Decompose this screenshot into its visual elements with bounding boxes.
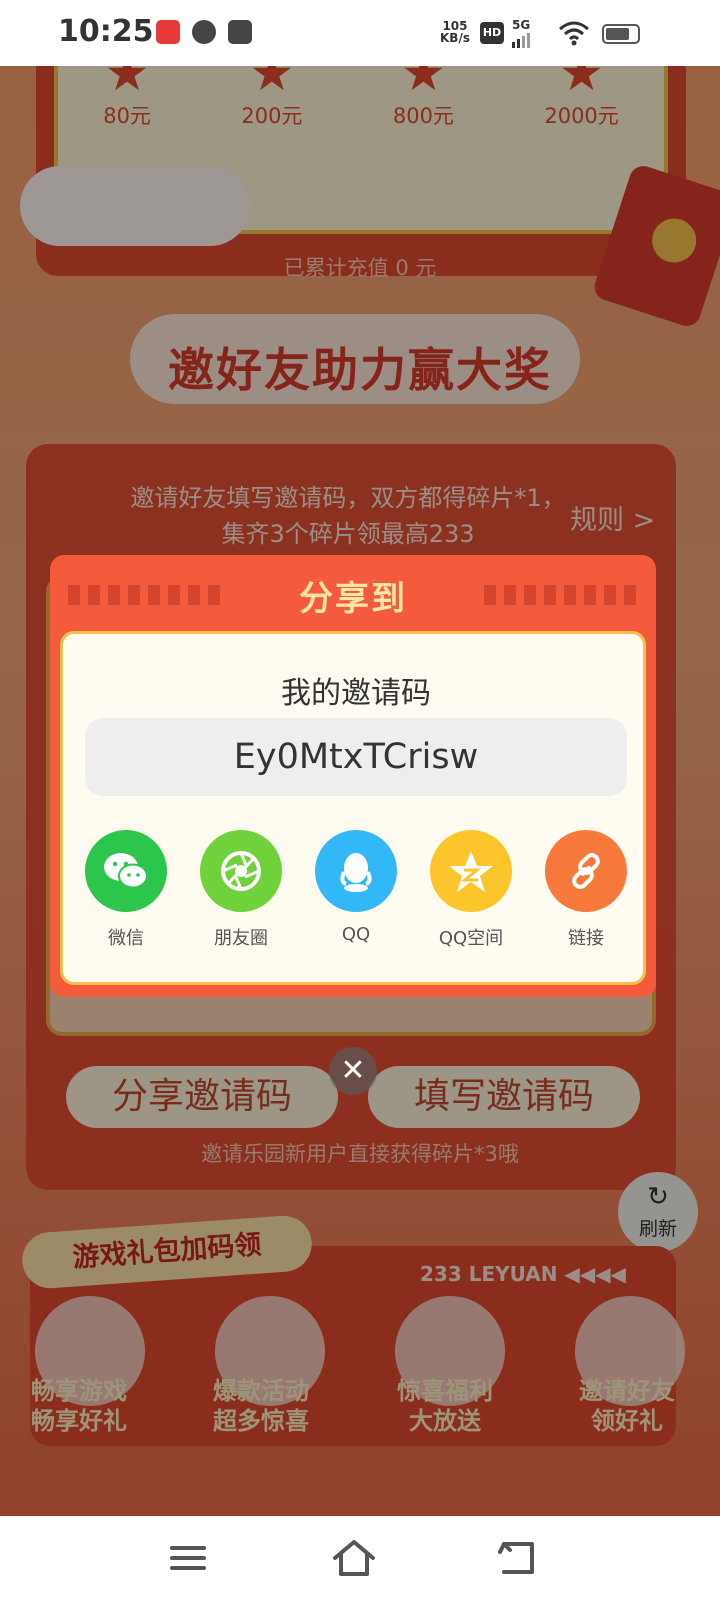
share-target-label: QQ空间 bbox=[438, 928, 504, 949]
status-time: 10:25 bbox=[58, 14, 154, 49]
share-target-moments[interactable]: 朋友圈 bbox=[198, 830, 284, 950]
qq-icon bbox=[315, 830, 397, 912]
signal-bars-icon bbox=[512, 33, 530, 48]
menu-icon[interactable] bbox=[168, 1538, 208, 1578]
system-nav-bar bbox=[0, 1516, 720, 1600]
network-speed-unit: KB/s bbox=[440, 31, 470, 45]
share-target-label: 链接 bbox=[568, 928, 604, 949]
home-icon[interactable] bbox=[332, 1538, 376, 1578]
share-target-link[interactable]: 链接 bbox=[543, 830, 629, 950]
network-type: 5G bbox=[512, 18, 531, 32]
app-notification-icon bbox=[156, 20, 180, 44]
status-bar: 10:25 105 KB/s HD 5G bbox=[0, 0, 720, 66]
sync-notification-icon bbox=[192, 20, 216, 44]
share-target-qq[interactable]: QQ bbox=[313, 830, 399, 950]
battery-level bbox=[606, 28, 629, 40]
wifi-icon bbox=[559, 21, 589, 46]
wechat-icon bbox=[85, 830, 167, 912]
dialog-content: 我的邀请码 Ey0MtxTCrisw 微信 朋友圈 QQ QQ空间 链接 bbox=[60, 631, 646, 985]
network-speed: 105 KB/s bbox=[440, 20, 470, 44]
share-target-label: 微信 bbox=[108, 928, 144, 949]
share-target-wechat[interactable]: 微信 bbox=[83, 830, 169, 950]
invite-code-title: 我的邀请码 bbox=[281, 676, 431, 711]
share-target-label: QQ bbox=[341, 924, 371, 945]
mail-notification-icon bbox=[228, 20, 252, 44]
share-targets: 微信 朋友圈 QQ QQ空间 链接 bbox=[63, 830, 649, 950]
link-icon bbox=[545, 830, 627, 912]
invite-code-field[interactable]: Ey0MtxTCrisw bbox=[85, 718, 627, 796]
back-icon[interactable] bbox=[498, 1538, 538, 1578]
moments-icon bbox=[200, 830, 282, 912]
dialog-title: 分享到 bbox=[299, 579, 407, 619]
qzone-icon bbox=[430, 830, 512, 912]
signal-5g-icon: 5G bbox=[512, 18, 532, 48]
share-target-label: 朋友圈 bbox=[214, 928, 268, 949]
share-target-qzone[interactable]: QQ空间 bbox=[428, 830, 514, 950]
share-dialog: 分享到 我的邀请码 Ey0MtxTCrisw 微信 朋友圈 QQ QQ空间 链接 bbox=[50, 555, 656, 997]
battery-icon bbox=[602, 24, 640, 44]
hd-icon: HD bbox=[480, 22, 504, 44]
close-dialog-button[interactable]: ✕ bbox=[329, 1047, 377, 1095]
